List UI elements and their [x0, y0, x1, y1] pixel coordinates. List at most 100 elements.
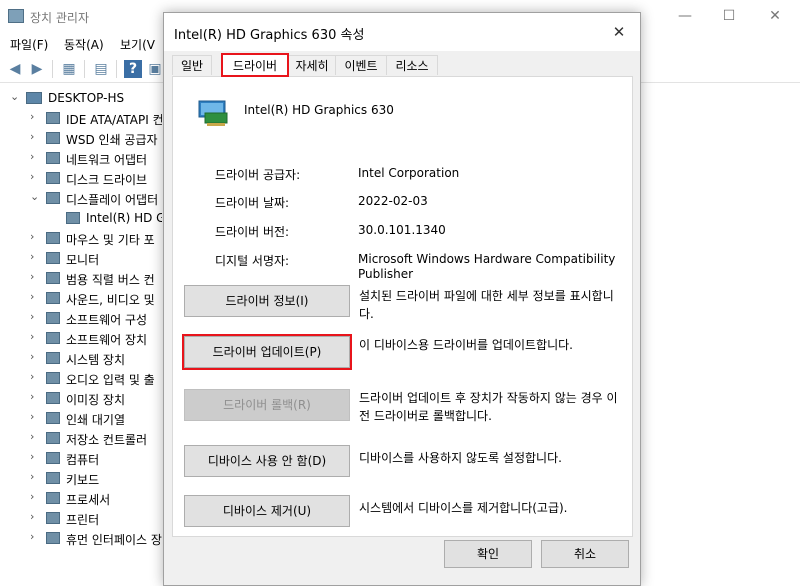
- rollback-driver-description: 드라이버 업데이트 후 장치가 작동하지 않는 경우 이전 드라이버로 롤백합니…: [359, 391, 618, 423]
- menu-view[interactable]: 보기(V: [120, 36, 155, 53]
- chevron-down-icon[interactable]: ⌄: [10, 90, 20, 103]
- tree-item[interactable]: › 소프트웨어 장치: [0, 328, 162, 348]
- forward-arrow-icon[interactable]: ▶: [28, 60, 46, 78]
- tree-item[interactable]: › 디스크 드라이브: [0, 168, 162, 188]
- chevron-right-icon[interactable]: ›: [30, 410, 40, 423]
- tree-item[interactable]: › WSD 인쇄 공급자: [0, 128, 162, 148]
- tree-item-label: 이미징 장치: [66, 393, 126, 407]
- menu-file[interactable]: 파일(F): [10, 36, 48, 53]
- device-category-icon: [46, 532, 60, 544]
- tree-root[interactable]: ⌄ DESKTOP-HS: [0, 88, 162, 108]
- driver-icon[interactable]: ▤: [92, 60, 110, 78]
- ok-button[interactable]: 확인: [444, 540, 532, 568]
- chevron-right-icon[interactable]: ›: [30, 290, 40, 303]
- tree-item[interactable]: › 컴퓨터: [0, 448, 162, 468]
- tree-item[interactable]: › 범용 직렬 버스 컨: [0, 268, 162, 288]
- chevron-right-icon[interactable]: ›: [30, 150, 40, 163]
- chevron-right-icon[interactable]: ›: [30, 110, 40, 123]
- toolbar-separator: [116, 60, 117, 78]
- tree-item[interactable]: › 휴먼 인터페이스 장: [0, 528, 162, 548]
- tree-item-label: 컴퓨터: [66, 453, 100, 467]
- tree-item[interactable]: › 인쇄 대기열: [0, 408, 162, 428]
- tree-item-label: 키보드: [66, 473, 100, 487]
- tab-resources[interactable]: 리소스: [386, 55, 438, 75]
- tab-events[interactable]: 이벤트: [335, 55, 387, 75]
- rollback-driver-button[interactable]: 드라이버 롤백(R): [184, 389, 350, 421]
- display-adapter-icon: [66, 212, 80, 224]
- tree-item[interactable]: › 이미징 장치: [0, 388, 162, 408]
- device-category-icon: [46, 432, 60, 444]
- tree-item[interactable]: › 시스템 장치: [0, 348, 162, 368]
- uninstall-device-button[interactable]: 디바이스 제거(U): [184, 495, 350, 527]
- tree-item[interactable]: › 프로세서: [0, 488, 162, 508]
- chevron-right-icon[interactable]: ›: [30, 230, 40, 243]
- chevron-right-icon[interactable]: ›: [30, 390, 40, 403]
- tree-item-label: 시스템 장치: [66, 353, 126, 367]
- close-window-button[interactable]: ✕: [752, 0, 798, 32]
- device-category-icon: [46, 412, 60, 424]
- tree-item[interactable]: › 사운드, 비디오 및: [0, 288, 162, 308]
- chevron-right-icon[interactable]: ›: [30, 170, 40, 183]
- tree-item[interactable]: ⌄ 디스플레이 어댑터: [0, 188, 162, 208]
- chevron-down-icon[interactable]: ⌄: [30, 190, 40, 203]
- maximize-button[interactable]: ☐: [706, 0, 752, 32]
- digital-signer-label: 디지털 서명자:: [215, 254, 290, 268]
- device-category-icon: [46, 492, 60, 504]
- dialog-close-button[interactable]: ✕: [604, 19, 634, 45]
- driver-date-label: 드라이버 날짜:: [215, 196, 290, 210]
- tree-item[interactable]: › 오디오 입력 및 출: [0, 368, 162, 388]
- chevron-right-icon[interactable]: ›: [30, 530, 40, 543]
- tab-driver[interactable]: 드라이버: [221, 53, 289, 77]
- tree-item[interactable]: › 마우스 및 기타 포: [0, 228, 162, 248]
- tree-item[interactable]: › 프린터: [0, 508, 162, 528]
- chevron-right-icon[interactable]: ›: [30, 270, 40, 283]
- device-category-icon: [46, 252, 60, 264]
- tab-general[interactable]: 일반: [172, 55, 212, 75]
- tree-item-label: 모니터: [66, 253, 100, 267]
- view-icon[interactable]: ▣: [146, 60, 164, 78]
- minimize-button[interactable]: —: [662, 0, 708, 32]
- tree-item-label: 소프트웨어 장치: [66, 333, 148, 347]
- properties-icon[interactable]: ▦: [60, 60, 78, 78]
- tree-item-label: 소프트웨어 구성: [66, 313, 148, 327]
- disable-device-button[interactable]: 디바이스 사용 안 함(D): [184, 445, 350, 477]
- tree-item-label: 프린터: [66, 513, 100, 527]
- chevron-right-icon[interactable]: ›: [30, 310, 40, 323]
- driver-tab-panel: Intel(R) HD Graphics 630 드라이버 공급자: Intel…: [172, 76, 633, 537]
- tree-item[interactable]: › 소프트웨어 구성: [0, 308, 162, 328]
- chevron-right-icon[interactable]: ›: [30, 370, 40, 383]
- update-driver-button[interactable]: 드라이버 업데이트(P): [182, 334, 352, 370]
- driver-details-button[interactable]: 드라이버 정보(I): [184, 285, 350, 317]
- device-manager-icon: [8, 9, 24, 23]
- chevron-right-icon[interactable]: ›: [30, 450, 40, 463]
- device-category-icon: [46, 232, 60, 244]
- device-category-icon: [46, 392, 60, 404]
- tree-item-child[interactable]: Intel(R) HD Grap: [0, 208, 162, 228]
- chevron-right-icon[interactable]: ›: [30, 490, 40, 503]
- menu-action[interactable]: 동작(A): [64, 36, 104, 53]
- chevron-right-icon[interactable]: ›: [30, 250, 40, 263]
- tree-item[interactable]: › 키보드: [0, 468, 162, 488]
- update-driver-description: 이 디바이스용 드라이버를 업데이트합니다.: [359, 338, 573, 352]
- cancel-button[interactable]: 취소: [541, 540, 629, 568]
- device-category-icon: [46, 372, 60, 384]
- back-arrow-icon[interactable]: ◀: [6, 60, 24, 78]
- chevron-right-icon[interactable]: ›: [30, 430, 40, 443]
- device-category-icon: [46, 332, 60, 344]
- tree-item-label: 범용 직렬 버스 컨: [66, 273, 155, 287]
- chevron-right-icon[interactable]: ›: [30, 130, 40, 143]
- tree-item[interactable]: › IDE ATA/ATAPI 컨: [0, 108, 162, 128]
- tree-item[interactable]: › 네트워크 어댑터: [0, 148, 162, 168]
- tree-item[interactable]: › 모니터: [0, 248, 162, 268]
- dialog-titlebar: Intel(R) HD Graphics 630 속성 ✕: [164, 13, 640, 51]
- tree-item-label: IDE ATA/ATAPI 컨: [66, 113, 162, 127]
- chevron-right-icon[interactable]: ›: [30, 470, 40, 483]
- digital-signer-value: Microsoft Windows Hardware Compatibility…: [358, 252, 616, 281]
- help-icon[interactable]: ?: [124, 60, 142, 78]
- tree-item[interactable]: › 저장소 컨트롤러: [0, 428, 162, 448]
- chevron-right-icon[interactable]: ›: [30, 510, 40, 523]
- tree-root-label: DESKTOP-HS: [48, 91, 125, 105]
- tab-details[interactable]: 자세히: [288, 55, 336, 75]
- chevron-right-icon[interactable]: ›: [30, 350, 40, 363]
- chevron-right-icon[interactable]: ›: [30, 330, 40, 343]
